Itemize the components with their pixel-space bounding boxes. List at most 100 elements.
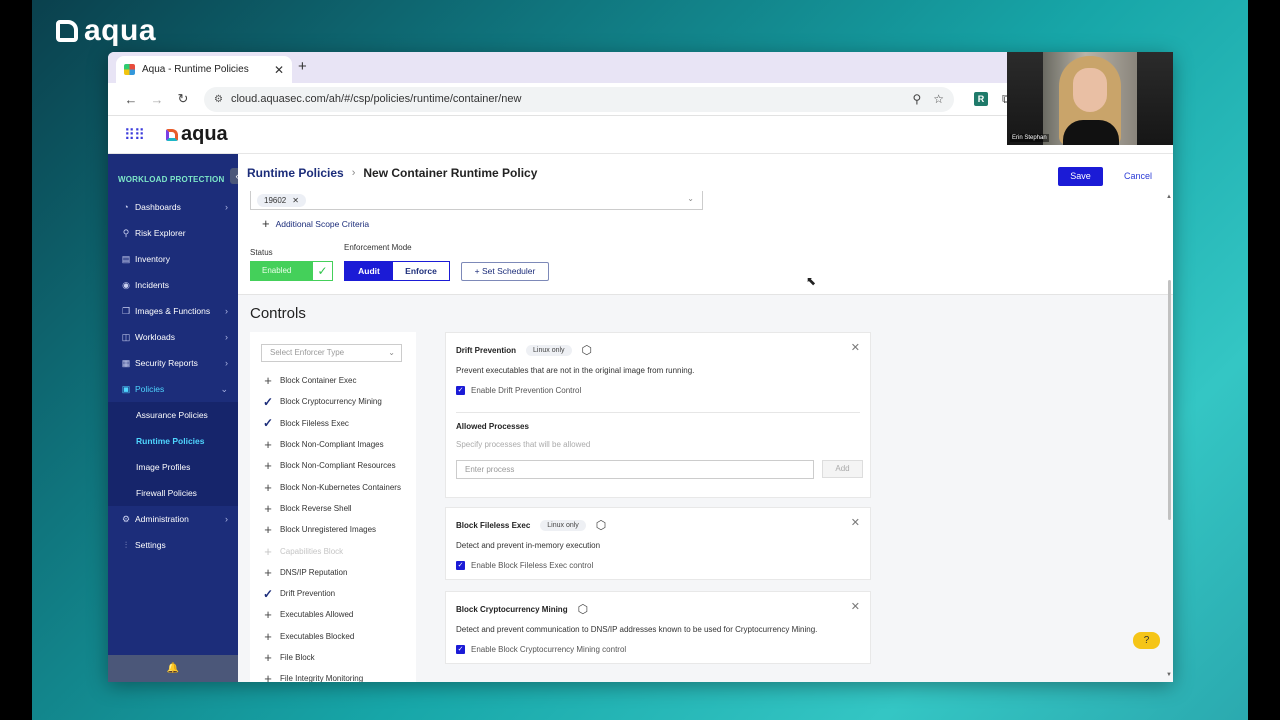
card-title: Block Cryptocurrency Mining (456, 604, 568, 614)
presenter-name: Erin Stephan (1010, 134, 1049, 142)
sidebar-item-dashboards[interactable]: ◔ Dashboards › (108, 194, 238, 220)
tab-close-icon[interactable]: ✕ (274, 63, 284, 77)
chip-remove-icon[interactable]: ✕ (292, 196, 299, 205)
control-item-label: Executables Allowed (280, 610, 354, 620)
control-item[interactable]: + Block Unregistered Images (250, 519, 416, 540)
scroll-down-icon[interactable]: ▼ (1166, 672, 1172, 678)
extension-icon[interactable]: R (974, 92, 988, 106)
additional-scope-label: Additional Scope Criteria (275, 218, 370, 229)
set-scheduler-button[interactable]: + Set Scheduler (461, 262, 549, 281)
submenu-item-firewall-policies[interactable]: Firewall Policies (108, 480, 238, 506)
reports-icon: ▦ (121, 357, 131, 368)
submenu-item-image-profiles[interactable]: Image Profiles (108, 454, 238, 480)
scrollbar-thumb[interactable] (1168, 280, 1171, 520)
checkbox-checked-icon: ✓ (456, 386, 465, 395)
add-process-button[interactable]: Add (822, 460, 863, 478)
additional-scope-link[interactable]: + Additional Scope Criteria (262, 216, 369, 231)
control-item[interactable]: + Block Non-Kubernetes Containers (250, 476, 416, 497)
reload-icon[interactable]: ↻ (170, 91, 196, 107)
sidebar-item-security-reports[interactable]: ▦ Security Reports › (108, 350, 238, 376)
linux-only-badge: Linux only (540, 519, 586, 531)
sidebar-item-label: Images & Functions (135, 306, 211, 316)
app-logo[interactable]: aqua (165, 123, 228, 146)
app-grid-icon[interactable]: ⠿⠿ (124, 126, 145, 144)
control-item[interactable]: + File Integrity Monitoring (250, 668, 416, 682)
allowed-processes-title: Allowed Processes (456, 422, 529, 431)
sidebar-item-incidents[interactable]: ◉ Incidents (108, 272, 238, 298)
sidebar-item-label: Administration (135, 514, 189, 524)
checkbox-label: Enable Block Cryptocurrency Mining contr… (471, 645, 627, 654)
sidebar: WORKLOAD PROTECTION ‹ ◔ Dashboards › ⚲ Risk … (108, 154, 244, 682)
enable-fileless-checkbox[interactable]: ✓ Enable Block Fileless Exec control (456, 561, 593, 570)
mode-enforce-button[interactable]: Enforce (393, 262, 449, 280)
checkbox-label: Enable Drift Prevention Control (471, 386, 582, 395)
checkmark-icon: ✓ (312, 261, 333, 281)
sidebar-item-workloads[interactable]: ◫ Workloads › (108, 324, 238, 350)
allowed-processes-hint: Specify processes that will be allowed (456, 440, 591, 449)
scope-select[interactable]: 19602 ✕ ⌄ (250, 191, 703, 210)
status-toggle[interactable]: Enabled ✓ (250, 261, 333, 281)
control-item-label: File Block (280, 653, 315, 662)
url-text: cloud.aquasec.com/ah/#/csp/policies/runt… (230, 93, 522, 105)
inventory-icon: ▤ (121, 253, 131, 264)
new-tab-button[interactable]: + (298, 58, 307, 75)
checkbox-label: Enable Block Fileless Exec control (471, 561, 594, 570)
control-item-label: Block Non-Kubernetes Containers (280, 482, 401, 492)
plus-icon: + (264, 607, 272, 623)
control-item[interactable]: ✓ Block Fileless Exec (250, 413, 416, 434)
site-info-icon[interactable]: ⚙ (214, 94, 223, 105)
hexagon-settings-icon: ⬡ (577, 602, 589, 616)
address-bar[interactable]: ⚙ cloud.aquasec.com/ah/#/csp/policies/ru… (204, 86, 954, 112)
notifications-bell-icon[interactable]: 🔔 (108, 655, 238, 682)
save-button[interactable]: Save (1058, 167, 1103, 186)
sidebar-item-settings[interactable]: ⫶ Settings (108, 532, 238, 558)
control-item[interactable]: + Executables Allowed (250, 604, 416, 625)
close-icon[interactable]: ✕ (851, 600, 860, 613)
back-icon[interactable]: ← (118, 92, 144, 107)
images-icon: ❐ (121, 305, 131, 316)
close-icon[interactable]: ✕ (851, 516, 860, 529)
scroll-up-icon[interactable]: ▲ (1166, 194, 1172, 200)
submenu-item-runtime-policies[interactable]: Runtime Policies (108, 428, 238, 454)
control-item[interactable]: + DNS/IP Reputation (250, 562, 416, 583)
main-scrollbar[interactable]: ▲ ▼ (1166, 194, 1173, 678)
scope-chip-label: 19602 (264, 195, 287, 205)
chevron-down-icon[interactable]: ⌄ (687, 194, 694, 203)
submenu-item-assurance-policies[interactable]: Assurance Policies (108, 402, 238, 428)
enable-drift-checkbox[interactable]: ✓ Enable Drift Prevention Control (456, 386, 581, 395)
control-item[interactable]: + File Block (250, 647, 416, 668)
sidebar-item-policies[interactable]: ▣ Policies ⌄ (108, 376, 238, 402)
bookmark-star-icon[interactable]: ☆ (933, 92, 944, 106)
main-content: Runtime Policies › New Container Runtime… (238, 154, 1173, 682)
close-icon[interactable]: ✕ (851, 341, 860, 354)
card-description: Detect and prevent communication to DNS/… (456, 625, 818, 634)
breadcrumb-runtime-policies[interactable]: Runtime Policies (247, 166, 344, 180)
plus-icon: + (264, 564, 272, 580)
process-input[interactable]: Enter process (456, 460, 814, 479)
help-icon[interactable]: ? (1133, 632, 1160, 649)
browser-tab[interactable]: Aqua - Runtime Policies ✕ (116, 56, 292, 83)
control-item[interactable]: ✓ Drift Prevention (250, 583, 416, 604)
control-item[interactable]: + Block Non-Compliant Images (250, 434, 416, 455)
control-item-label: Block Cryptocurrency Mining (280, 397, 382, 407)
sidebar-item-inventory[interactable]: ▤ Inventory (108, 246, 238, 272)
mode-audit-button[interactable]: Audit (345, 262, 393, 280)
enable-crypto-checkbox[interactable]: ✓ Enable Block Cryptocurrency Mining con… (456, 645, 626, 654)
sidebar-item-risk-explorer[interactable]: ⚲ Risk Explorer (108, 220, 238, 246)
control-item[interactable]: ✓ Block Cryptocurrency Mining (250, 391, 416, 412)
zoom-icon[interactable]: ⚲ (912, 92, 921, 106)
control-item[interactable]: + Block Container Exec (250, 370, 416, 391)
browser-window: Aqua - Runtime Policies ✕ + ← → ↻ ⚙ clou… (108, 52, 1173, 682)
sidebar-item-administration[interactable]: ⚙ Administration › (108, 506, 238, 532)
control-item[interactable]: + Executables Blocked (250, 626, 416, 647)
cancel-button[interactable]: Cancel (1124, 171, 1152, 181)
sidebar-item-images-functions[interactable]: ❐ Images & Functions › (108, 298, 238, 324)
forward-icon[interactable]: → (144, 92, 170, 107)
hexagon-settings-icon: ⬡ (595, 518, 607, 532)
enforcer-type-select[interactable]: Select Enforcer Type ⌄ (261, 344, 402, 362)
administration-icon: ⚙ (121, 513, 131, 524)
control-item[interactable]: + Block Non-Compliant Resources (250, 455, 416, 476)
chevron-icon: › (225, 514, 228, 524)
control-item[interactable]: + Block Reverse Shell (250, 498, 416, 519)
controls-list-panel: Select Enforcer Type ⌄ + Block Container … (250, 332, 416, 682)
